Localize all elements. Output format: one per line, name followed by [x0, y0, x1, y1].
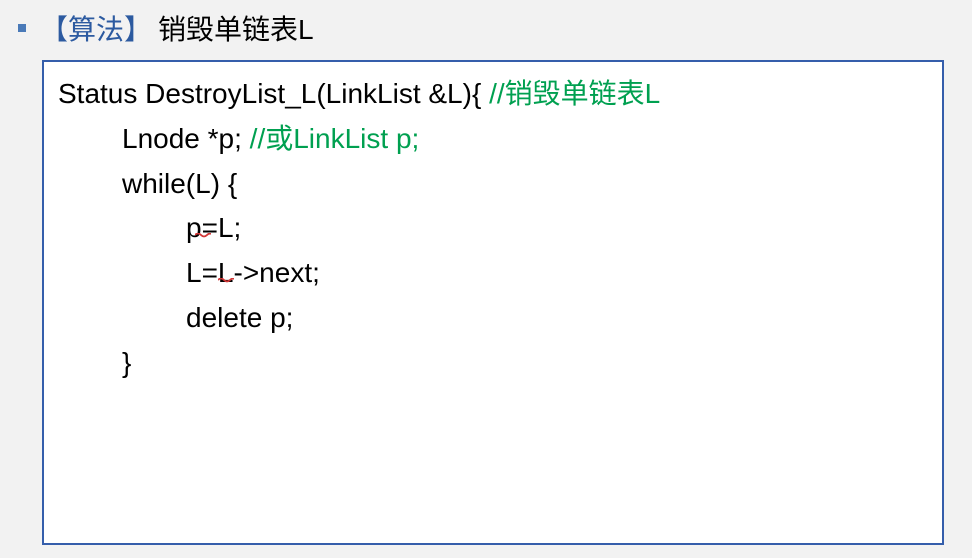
code-text: while(	[122, 168, 195, 199]
bracket-label: 【算法】	[40, 8, 152, 48]
code-text: p=	[186, 212, 218, 243]
heading-row: 【算法】 销毁单链表L	[18, 8, 972, 48]
title-text: 销毁单链表L	[158, 8, 314, 48]
squiggle-inner: L	[218, 212, 234, 243]
code-text: }	[122, 347, 131, 378]
code-comment: //销毁单链表L	[489, 78, 660, 109]
bullet-icon	[18, 24, 26, 32]
code-text: L=L->next;	[186, 257, 320, 288]
code-line-4: p=L;	[58, 206, 928, 251]
squiggle-text: L	[218, 206, 234, 251]
code-line-7: }	[58, 341, 928, 386]
code-line-6: delete p;	[58, 296, 928, 341]
code-line-3: while(L) {	[58, 162, 928, 207]
code-comment: //或LinkList p;	[250, 123, 420, 154]
code-text: ;	[234, 212, 242, 243]
code-line-5: L=L->next;	[58, 251, 928, 296]
squiggle-underline-icon	[195, 207, 211, 210]
code-text: Lnode *p;	[122, 123, 250, 154]
code-line-2: Lnode *p; //或LinkList p;	[58, 117, 928, 162]
squiggle-underline-icon	[218, 252, 234, 255]
code-text: Status DestroyList_L(LinkList &L){	[58, 78, 489, 109]
code-text: ) {	[211, 168, 237, 199]
code-line-1: Status DestroyList_L(LinkList &L){ //销毁单…	[58, 72, 928, 117]
code-text: delete p;	[186, 302, 293, 333]
squiggle-inner: L	[195, 168, 211, 199]
squiggle-text: L	[195, 162, 211, 207]
code-block: Status DestroyList_L(LinkList &L){ //销毁单…	[42, 60, 944, 545]
